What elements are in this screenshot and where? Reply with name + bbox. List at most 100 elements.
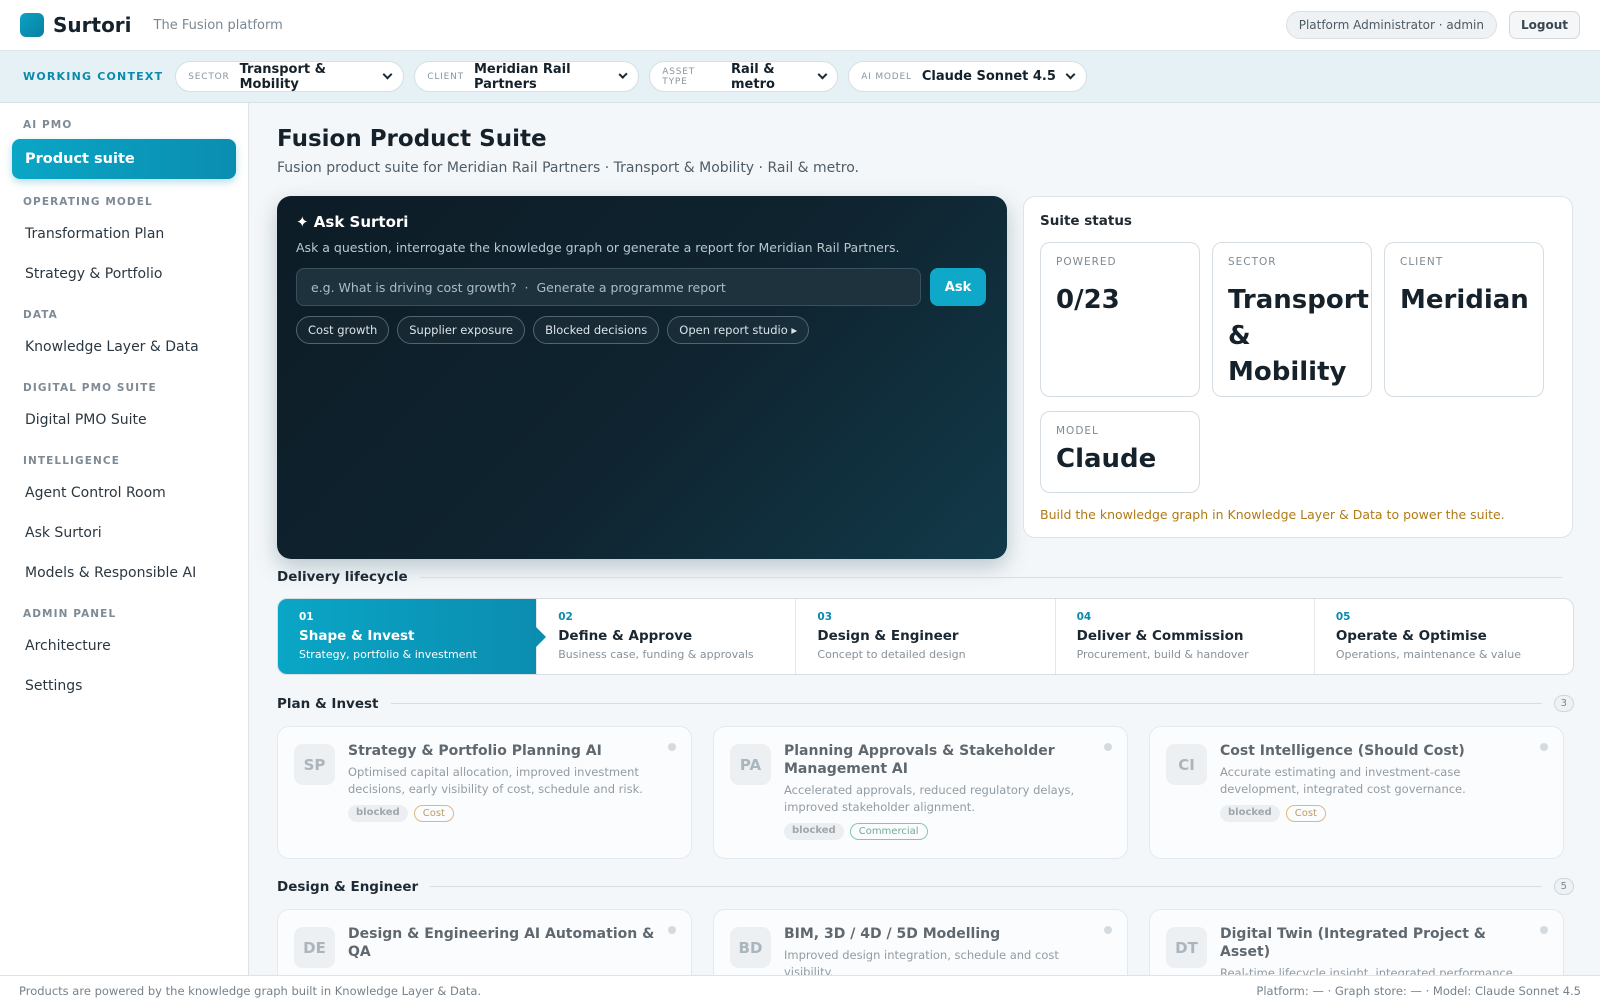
section-divider xyxy=(430,886,1542,887)
stat-key: MODEL xyxy=(1056,425,1099,437)
status-dot xyxy=(668,743,676,751)
product-card-cost-intelligence[interactable]: CI Cost Intelligence (Should Cost) Accur… xyxy=(1149,726,1564,859)
lifecycle-stage-operate-optimise[interactable]: 05 Operate & Optimise Operations, mainte… xyxy=(1315,599,1573,674)
sidebar-item-strategy-portfolio[interactable]: Strategy & Portfolio xyxy=(0,254,248,294)
sidebar-item-ask-surtori[interactable]: Ask Surtori xyxy=(0,513,248,553)
main-content: Fusion Product Suite Fusion product suit… xyxy=(249,103,1600,975)
section-design-engineer: Design & Engineer 5 xyxy=(277,878,1574,895)
product-title: Digital Twin (Integrated Project & Asset… xyxy=(1220,926,1487,960)
product-avatar: PA xyxy=(730,744,771,785)
sidebar-item-models-responsible-ai[interactable]: Models & Responsible AI xyxy=(0,553,248,593)
product-title: Design & Engineering AI Automation & QA xyxy=(348,926,655,960)
ai-model-select[interactable]: AI MODEL Claude Sonnet 4.5 xyxy=(848,61,1088,92)
product-title: Cost Intelligence (Should Cost) xyxy=(1220,743,1465,759)
stage-number: 03 xyxy=(817,611,833,623)
product-avatar: BD xyxy=(730,927,771,968)
sidebar-item-settings[interactable]: Settings xyxy=(0,666,248,706)
category-badge: Cost xyxy=(1285,805,1326,822)
stage-description: Strategy, portfolio & investment xyxy=(299,648,477,661)
suggestion-chip-cost-growth[interactable]: Cost growth xyxy=(296,316,390,344)
status-badge: blocked xyxy=(1220,805,1280,822)
footer-platform-info: Platform: — · Graph store: — · Model: Cl… xyxy=(1256,983,1581,998)
suggestion-chip-blocked-decisions[interactable]: Blocked decisions xyxy=(533,316,660,344)
brand-logo-icon[interactable] xyxy=(20,13,44,37)
suggestion-chip-supplier-exposure[interactable]: Supplier exposure xyxy=(397,316,526,344)
status-dot xyxy=(1104,926,1112,934)
stage-number: 01 xyxy=(299,611,314,623)
stage-name: Define & Approve xyxy=(558,628,693,644)
stat-powered: POWERED 0/23 xyxy=(1040,242,1200,397)
page-title: Fusion Product Suite xyxy=(277,126,547,152)
stage-description: Operations, maintenance & value xyxy=(1335,648,1521,661)
lifecycle-stage-design-engineer[interactable]: 03 Design & Engineer Concept to detailed… xyxy=(796,599,1056,674)
brand-name[interactable]: Surtori xyxy=(53,13,132,37)
sidebar-item-product-suite[interactable]: Product suite xyxy=(12,139,236,179)
suite-status-title: Suite status xyxy=(1040,213,1132,229)
sidebar-section-admin-panel: ADMIN PANEL xyxy=(23,608,117,620)
footer-status-bar: Products are powered by the knowledge gr… xyxy=(0,975,1600,1005)
section-title: Delivery lifecycle xyxy=(277,569,408,585)
chevron-down-icon xyxy=(1065,69,1076,80)
ai-model-select-value: Claude Sonnet 4.5 xyxy=(921,69,1056,84)
product-card-strategy-portfolio[interactable]: SP Strategy & Portfolio Planning AI Opti… xyxy=(277,726,692,859)
sidebar-section-operating-model: OPERATING MODEL xyxy=(23,196,153,208)
product-card-design-engineering-ai[interactable]: DE Design & Engineering AI Automation & … xyxy=(277,909,692,975)
product-card-bim-modelling[interactable]: BD BIM, 3D / 4D / 5D Modelling Improved … xyxy=(713,909,1128,975)
section-count-badge: 3 xyxy=(1553,695,1574,712)
ask-button[interactable]: Ask xyxy=(930,268,986,306)
status-dot xyxy=(668,926,676,934)
sector-select-key: SECTOR xyxy=(188,71,230,82)
stat-client: CLIENT Meridian xyxy=(1384,242,1544,397)
client-select[interactable]: CLIENT Meridian Rail Partners xyxy=(414,61,640,92)
stat-value: Meridian xyxy=(1400,285,1529,315)
brand-tagline: The Fusion platform xyxy=(153,17,283,33)
product-card-planning-approvals[interactable]: PA Planning Approvals & Stakeholder Mana… xyxy=(713,726,1128,859)
open-report-studio-chip[interactable]: Open report studio ▸ xyxy=(667,316,810,344)
stat-key: CLIENT xyxy=(1400,256,1444,268)
user-badge[interactable]: Platform Administrator · admin xyxy=(1285,11,1497,39)
product-description: Accelerated approvals, reduced regulator… xyxy=(784,783,1075,814)
product-title: Strategy & Portfolio Planning AI xyxy=(348,743,602,759)
product-avatar: DT xyxy=(1166,927,1207,968)
section-count-badge: 5 xyxy=(1553,878,1574,895)
footer-note: Products are powered by the knowledge gr… xyxy=(19,983,482,998)
working-context-bar: WORKING CONTEXT SECTOR Transport & Mobil… xyxy=(0,51,1600,103)
section-plan-invest: Plan & Invest 3 xyxy=(277,695,1574,712)
logout-button[interactable]: Logout xyxy=(1508,11,1580,39)
stage-description: Procurement, build & handover xyxy=(1076,648,1249,661)
sidebar-item-architecture[interactable]: Architecture xyxy=(0,626,248,666)
client-select-key: CLIENT xyxy=(427,71,464,82)
sidebar-item-digital-pmo-suite[interactable]: Digital PMO Suite xyxy=(0,400,248,440)
product-title: Planning Approvals & Stakeholder Managem… xyxy=(784,743,1055,777)
section-divider xyxy=(390,703,1542,704)
lifecycle-stage-deliver-commission[interactable]: 04 Deliver & Commission Procurement, bui… xyxy=(1056,599,1315,674)
status-dot xyxy=(1540,926,1548,934)
stat-value: Claude xyxy=(1056,444,1157,474)
lifecycle-stage-shape-invest[interactable]: 01 Shape & Invest Strategy, portfolio & … xyxy=(278,599,547,674)
stat-value: 0/23 xyxy=(1056,285,1120,315)
category-badge: Cost xyxy=(413,805,454,822)
stat-key: POWERED xyxy=(1056,256,1117,268)
asset-type-select[interactable]: ASSET TYPE Rail & metro xyxy=(649,61,839,92)
sidebar-item-transformation-plan[interactable]: Transformation Plan xyxy=(0,214,248,254)
sidebar-item-agent-control-room[interactable]: Agent Control Room xyxy=(0,473,248,513)
sector-select[interactable]: SECTOR Transport & Mobility xyxy=(175,61,405,92)
product-avatar: CI xyxy=(1166,744,1207,785)
status-badge: blocked xyxy=(348,805,408,822)
ask-input[interactable] xyxy=(296,268,921,306)
sidebar-item-knowledge-layer[interactable]: Knowledge Layer & Data xyxy=(0,327,248,367)
stat-key: SECTOR xyxy=(1228,256,1277,268)
product-card-digital-twin[interactable]: DT Digital Twin (Integrated Project & As… xyxy=(1149,909,1564,975)
stage-name: Operate & Optimise xyxy=(1335,628,1487,644)
lifecycle-stage-define-approve[interactable]: 02 Define & Approve Business case, fundi… xyxy=(537,599,797,674)
section-title: Design & Engineer xyxy=(277,878,419,895)
stage-description: Business case, funding & approvals xyxy=(558,648,754,661)
product-description: Optimised capital allocation, improved i… xyxy=(348,765,643,796)
product-avatar: SP xyxy=(294,744,335,785)
page-subtitle: Fusion product suite for Meridian Rail P… xyxy=(277,160,859,176)
product-title: BIM, 3D / 4D / 5D Modelling xyxy=(784,926,1001,942)
sidebar-section-intelligence: INTELLIGENCE xyxy=(23,455,120,467)
product-description: Real-time lifecycle insight, integrated … xyxy=(1220,966,1517,975)
stage-number: 04 xyxy=(1076,611,1092,623)
working-context-label: WORKING CONTEXT xyxy=(23,70,164,83)
